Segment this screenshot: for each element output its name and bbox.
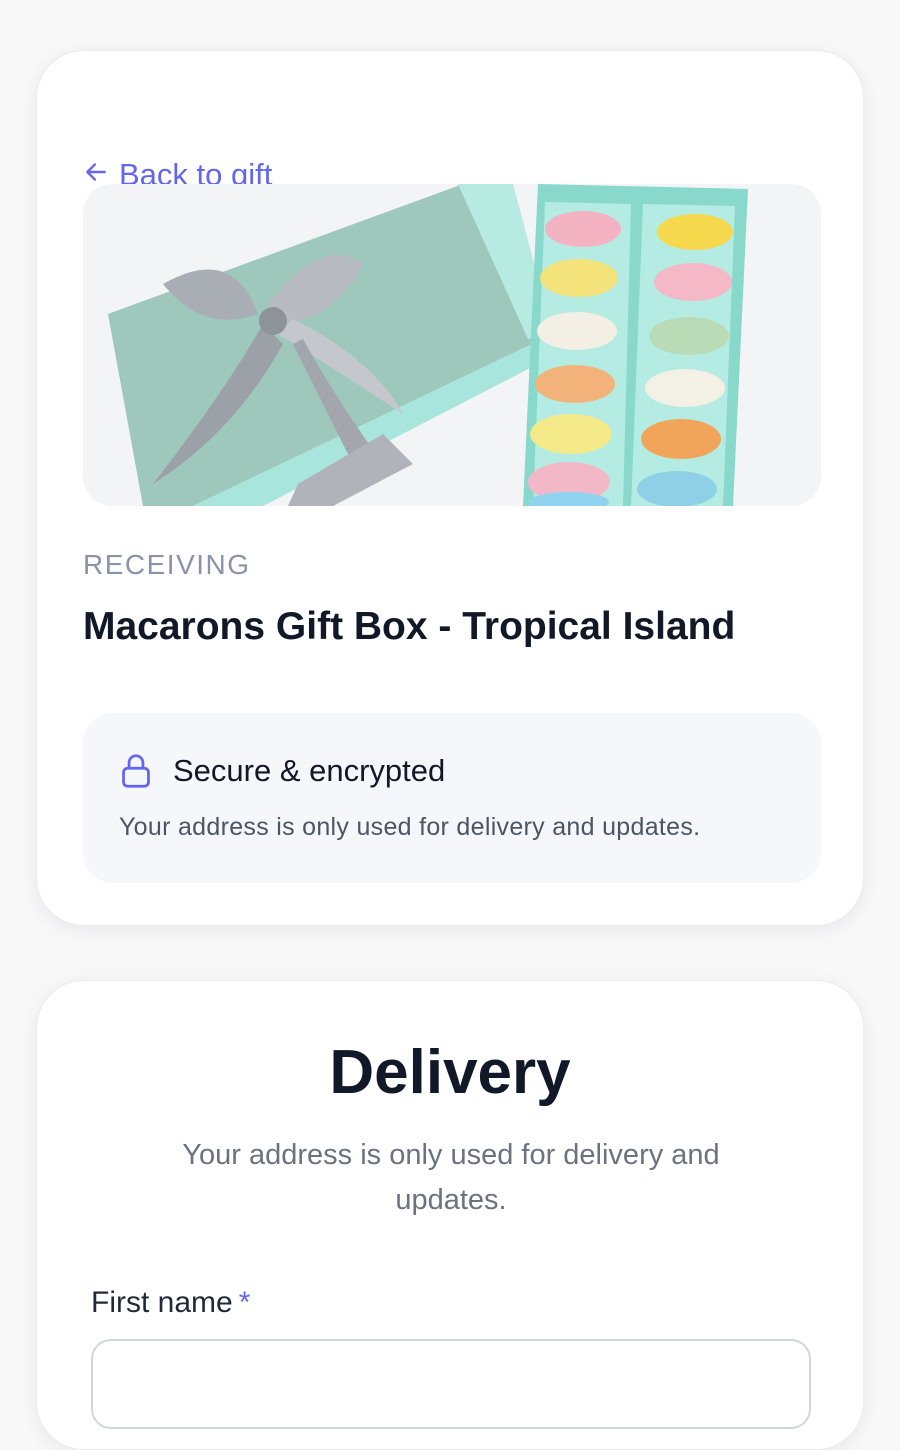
- security-notice-header: Secure & encrypted: [119, 753, 445, 789]
- gift-summary-card: Back to gift RECEIVING Macarons Gift Box…: [36, 50, 864, 926]
- first-name-input[interactable]: [91, 1339, 811, 1429]
- delivery-form-card: Delivery Your address is only used for d…: [36, 980, 864, 1450]
- security-notice-title: Secure & encrypted: [173, 753, 446, 788]
- product-title: Macarons Gift Box - Tropical Island: [83, 605, 736, 648]
- security-notice-text: Your address is only used for delivery a…: [119, 813, 701, 841]
- first-name-label: First name *: [91, 1286, 250, 1320]
- first-name-label-text: First name: [91, 1286, 233, 1319]
- lock-icon: [119, 753, 153, 789]
- receiving-eyebrow: RECEIVING: [83, 549, 251, 580]
- macaron-gift-box-image: [83, 184, 821, 506]
- security-notice: Secure & encrypted Your address is only …: [83, 713, 821, 883]
- required-asterisk: *: [238, 1286, 251, 1319]
- delivery-subtitle: Your address is only used for delivery a…: [182, 1139, 720, 1216]
- delivery-title: Delivery: [329, 1038, 571, 1107]
